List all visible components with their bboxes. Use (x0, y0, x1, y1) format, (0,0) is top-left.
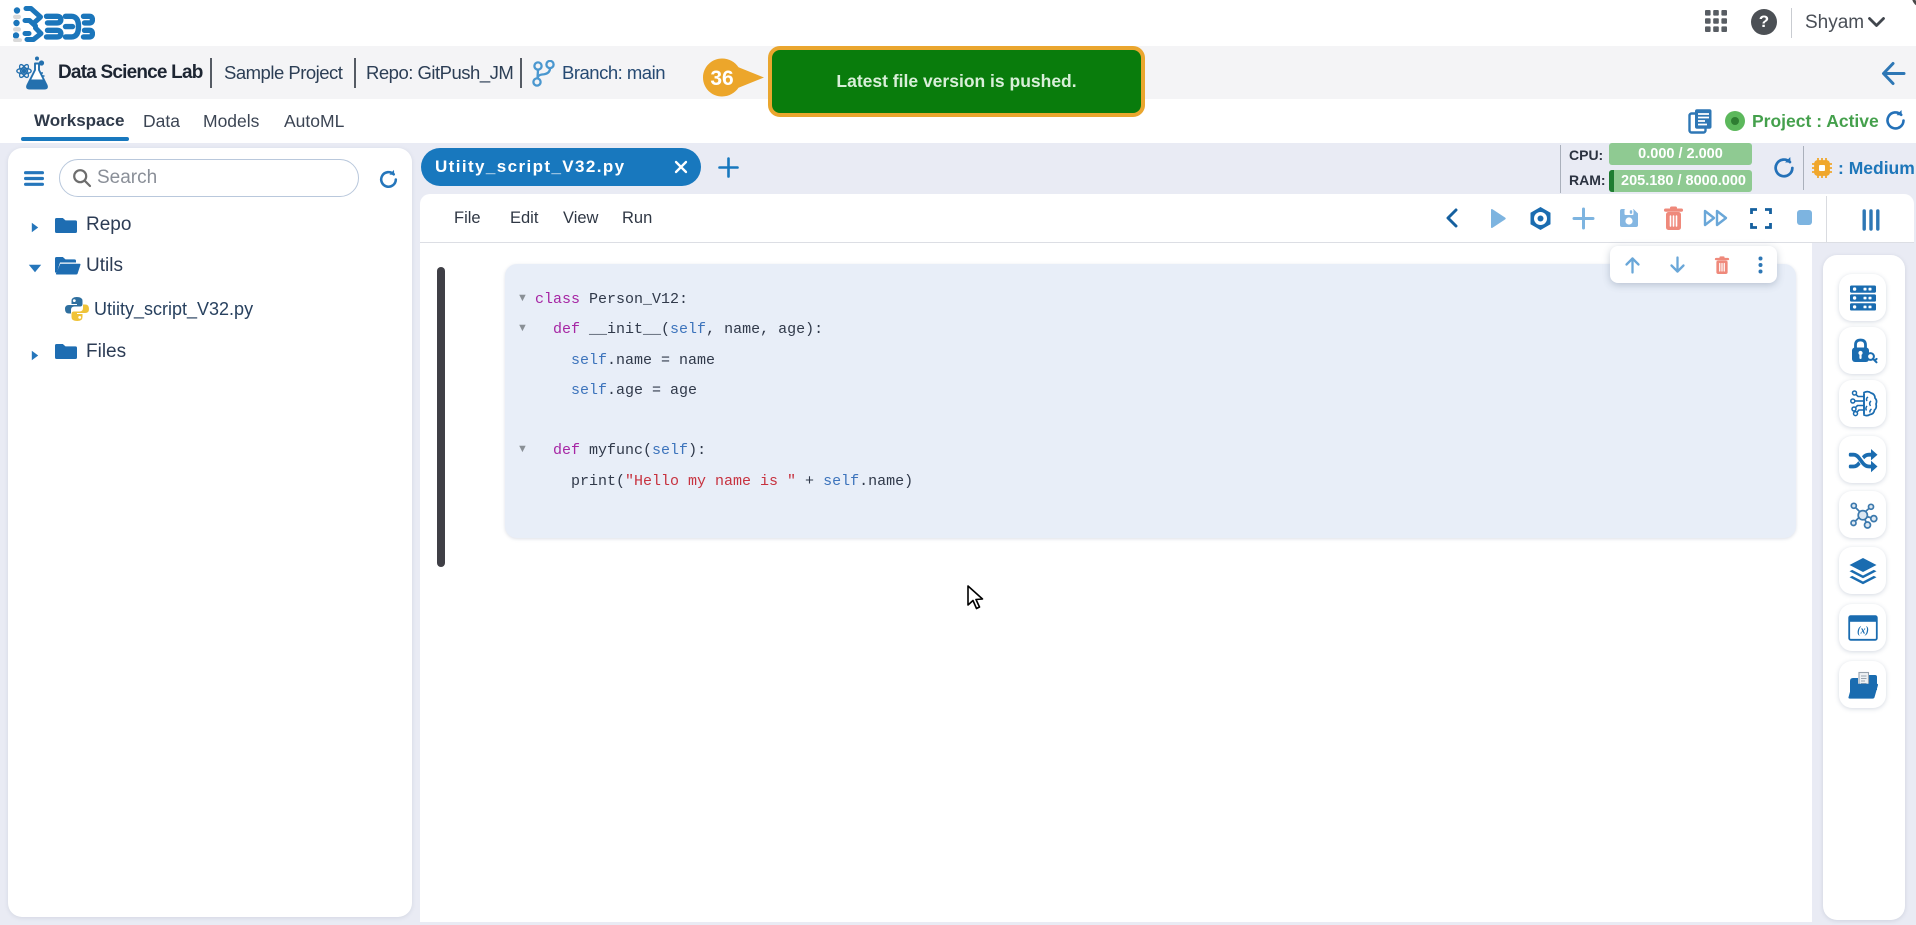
svg-text:(x): (x) (1857, 625, 1869, 636)
svg-text:36: 36 (710, 67, 733, 90)
